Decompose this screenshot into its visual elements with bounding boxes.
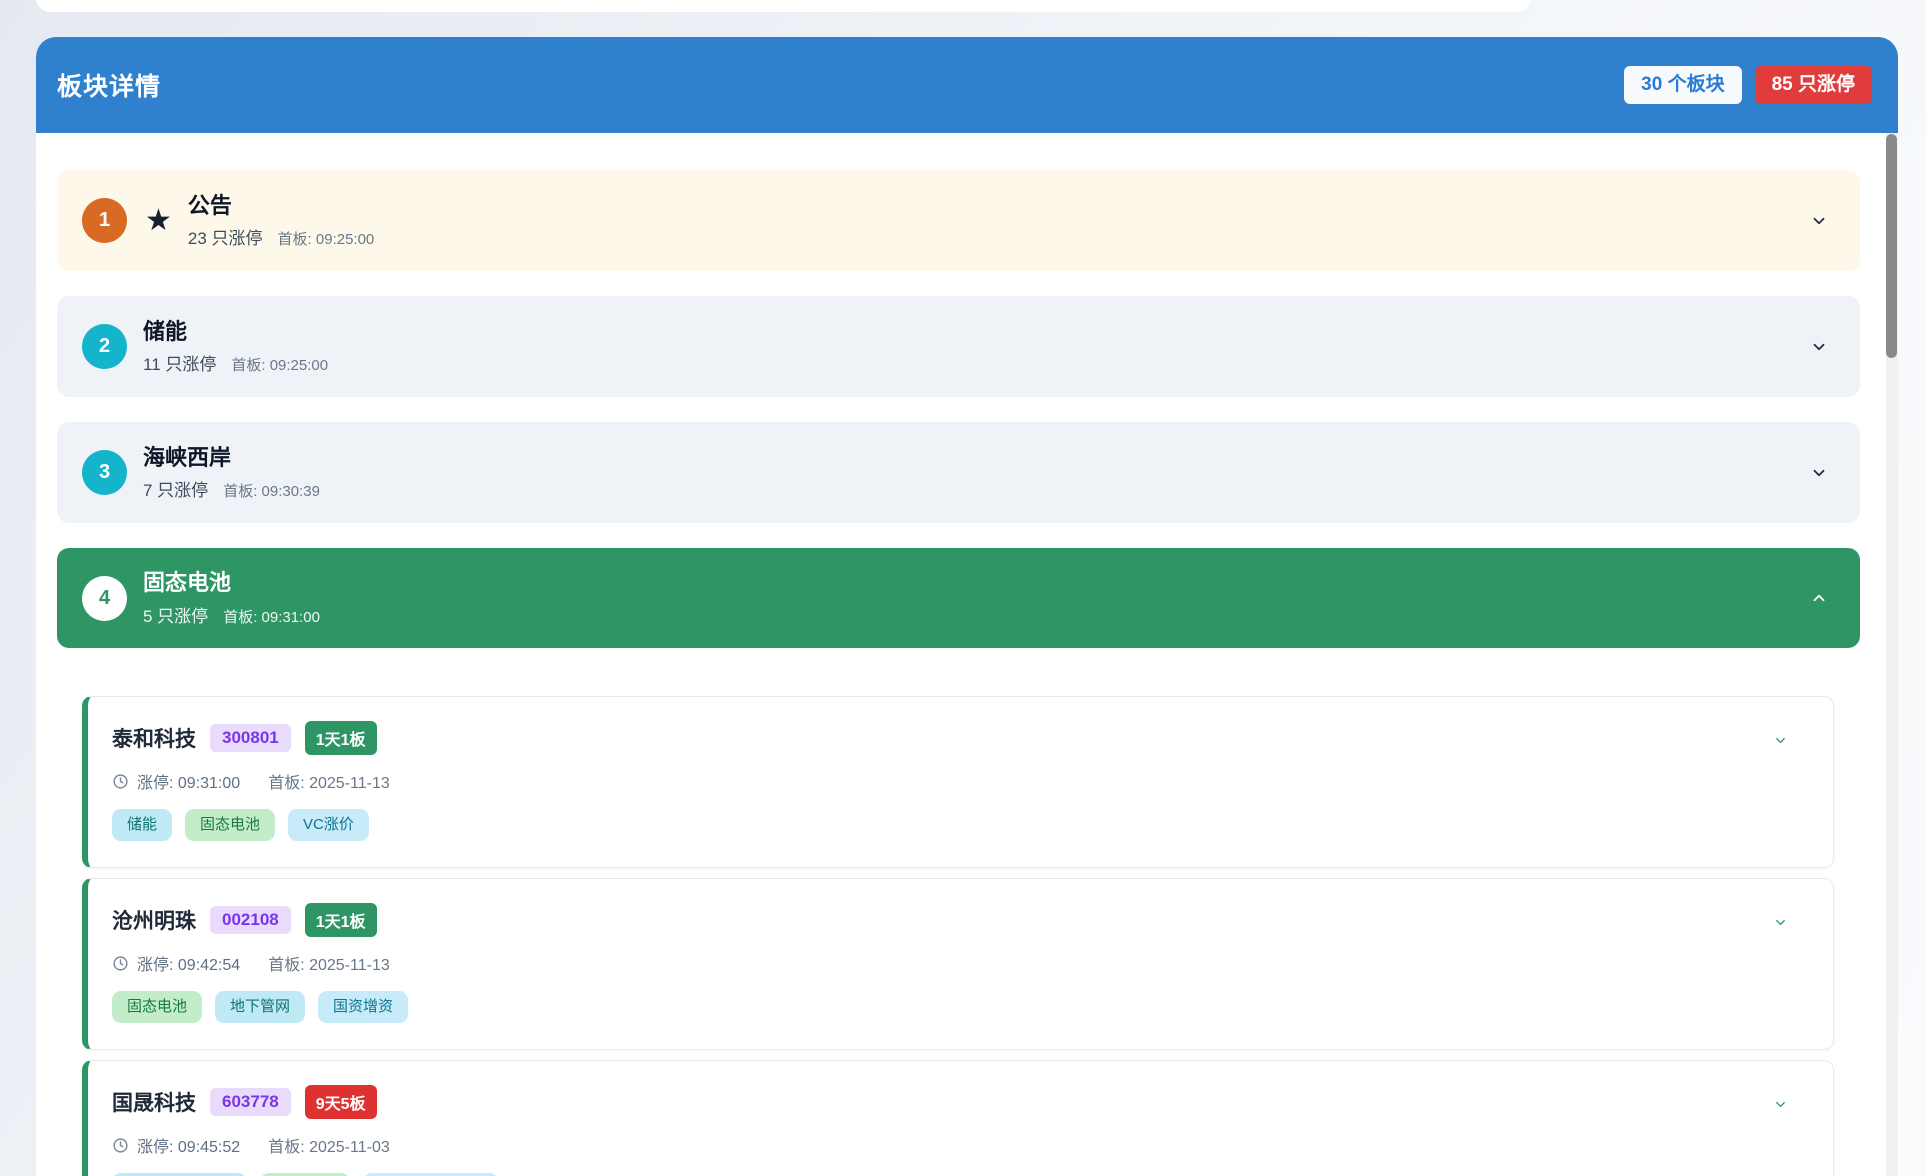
- concept-tag[interactable]: 储能: [112, 809, 172, 841]
- streak-badge: 1天1板: [305, 903, 377, 937]
- stock-card[interactable]: 国晟科技 603778 9天5板涨停: 09:45:52 首板: 2025-11-03…: [82, 1060, 1834, 1176]
- tag-row: 固态电池地下管网国资增资: [112, 991, 1809, 1023]
- concept-tag[interactable]: 固态电池: [112, 991, 202, 1023]
- sector-limit-up-count: 7 只涨停: [143, 476, 208, 501]
- sector-info: 储能 11 只涨停首板: 09:25:00: [143, 318, 328, 376]
- limit-up-count-badge: 85 只涨停: [1755, 66, 1872, 105]
- sector-name: 固态电池: [143, 569, 320, 597]
- rank-badge: 2: [82, 324, 127, 369]
- sector-count-badge: 30 个板块: [1624, 66, 1741, 105]
- sector-first-board-time: 首板: 09:25:00: [278, 228, 375, 249]
- sector-sub: 7 只涨停首板: 09:30:39: [143, 476, 320, 501]
- page-title: 板块详情: [57, 67, 161, 103]
- sector-name: 储能: [143, 318, 328, 346]
- stock-list: 泰和科技3008011天1板涨停: 09:31:00首板: 2025-11-13…: [82, 696, 1834, 1176]
- sector-first-board-time: 首板: 09:31:00: [223, 606, 320, 627]
- sector-first-board-time: 首板: 09:25:00: [231, 354, 328, 375]
- sector-detail-panel: 板块详情 30 个板块 85 只涨停 1★公告23 只涨停首板: 09:25:0…: [36, 37, 1898, 1176]
- chevron-down-icon[interactable]: [1773, 733, 1788, 748]
- concept-tag[interactable]: 固态电池: [185, 809, 275, 841]
- clock-icon: [112, 773, 129, 790]
- first-board-date: 首板: 2025-11-13: [268, 951, 390, 975]
- limit-up-time: 涨停: 09:42:54: [137, 951, 240, 975]
- stock-name: 沧州明珠: [112, 905, 196, 935]
- concept-tag[interactable]: VC涨价: [288, 809, 369, 841]
- chevron-down-icon[interactable]: [1810, 464, 1828, 482]
- first-board-date: 首板: 2025-11-03: [268, 1133, 390, 1157]
- streak-badge: 9天5板: [305, 1085, 377, 1119]
- stock-meta: 涨停: 09:31:00 首板: 2025-11-13: [112, 769, 1809, 793]
- rank-badge: 3: [82, 450, 127, 495]
- stock-code-badge: 603778: [210, 1088, 291, 1116]
- header-badges: 30 个板块 85 只涨停: [1624, 66, 1872, 105]
- sector-limit-up-count: 11 只涨停: [143, 350, 216, 375]
- rank-badge: 1: [82, 198, 127, 243]
- stock-head: 国晟科技 603778 9天5板: [112, 1085, 1809, 1119]
- streak-badge: 1天1板: [305, 721, 377, 755]
- panel-header: 板块详情 30 个板块 85 只涨停: [36, 37, 1898, 133]
- tag-row: 储能固态电池 VC涨价: [112, 809, 1809, 841]
- stock-code-badge: 002108: [210, 906, 291, 934]
- previous-panel-edge: [36, 0, 1531, 12]
- sector-row-1[interactable]: 1 ★ 公告 23 只涨停首板: 09:25:00: [57, 170, 1860, 271]
- sector-info: 公告 23 只涨停首板: 09:25:00: [188, 192, 374, 250]
- sector-limit-up-count: 23 只涨停: [188, 224, 263, 249]
- chevron-up-icon[interactable]: [1810, 589, 1828, 607]
- star-icon[interactable]: ★: [145, 206, 172, 236]
- chevron-down-icon[interactable]: [1773, 915, 1788, 930]
- clock-icon: [112, 955, 129, 972]
- panel-body: 1★公告23 只涨停首板: 09:25:002储能11 只涨停首板: 09:25…: [36, 133, 1898, 1176]
- sector-info: 固态电池 5 只涨停首板: 09:31:00: [143, 569, 320, 627]
- sector-row-4[interactable]: 4 固态电池 5 只涨停首板: 09:31:00: [57, 548, 1860, 648]
- scrollbar-thumb[interactable]: [1886, 134, 1897, 358]
- stock-name: 国晟科技: [112, 1087, 196, 1117]
- sector-sub: 23 只涨停首板: 09:25:00: [188, 224, 374, 249]
- sector-row-3[interactable]: 3 海峡西岸 7 只涨停首板: 09:30:39: [57, 422, 1860, 523]
- rank-badge: 4: [82, 576, 127, 621]
- concept-tag[interactable]: 地下管网: [215, 991, 305, 1023]
- sector-info: 海峡西岸 7 只涨停首板: 09:30:39: [143, 444, 320, 502]
- sector-name: 海峡西岸: [143, 444, 320, 472]
- stock-head: 泰和科技 300801 1天1板: [112, 721, 1809, 755]
- chevron-down-icon[interactable]: [1810, 338, 1828, 356]
- sector-limit-up-count: 5 只涨停: [143, 602, 208, 627]
- stock-meta: 涨停: 09:45:52 首板: 2025-11-03: [112, 1133, 1809, 1157]
- chevron-down-icon[interactable]: [1773, 1097, 1788, 1112]
- stock-card[interactable]: 沧州明珠 002108 1天1板涨停: 09:42:54 首板: 2025-11-13…: [82, 878, 1834, 1050]
- stock-name: 泰和科技: [112, 723, 196, 753]
- limit-up-time: 涨停: 09:31:00: [137, 769, 240, 793]
- sector-name: 公告: [188, 192, 374, 220]
- stock-head: 沧州明珠 002108 1天1板: [112, 903, 1809, 937]
- sector-list: 1★公告23 只涨停首板: 09:25:002储能11 只涨停首板: 09:25…: [57, 170, 1860, 1176]
- limit-up-time: 涨停: 09:45:52: [137, 1133, 240, 1157]
- stock-code-badge: 300801: [210, 724, 291, 752]
- sector-row-2[interactable]: 2 储能 11 只涨停首板: 09:25:00: [57, 296, 1860, 397]
- chevron-down-icon[interactable]: [1810, 212, 1828, 230]
- first-board-date: 首板: 2025-11-13: [268, 769, 390, 793]
- sector-first-board-time: 首板: 09:30:39: [223, 480, 320, 501]
- stock-meta: 涨停: 09:42:54 首板: 2025-11-13: [112, 951, 1809, 975]
- stock-card[interactable]: 泰和科技 300801 1天1板涨停: 09:31:00 首板: 2025-11-13…: [82, 696, 1834, 868]
- clock-icon: [112, 1137, 129, 1154]
- concept-tag[interactable]: 国资增资: [318, 991, 408, 1023]
- sector-sub: 11 只涨停首板: 09:25:00: [143, 350, 328, 375]
- sector-sub: 5 只涨停首板: 09:31:00: [143, 602, 320, 627]
